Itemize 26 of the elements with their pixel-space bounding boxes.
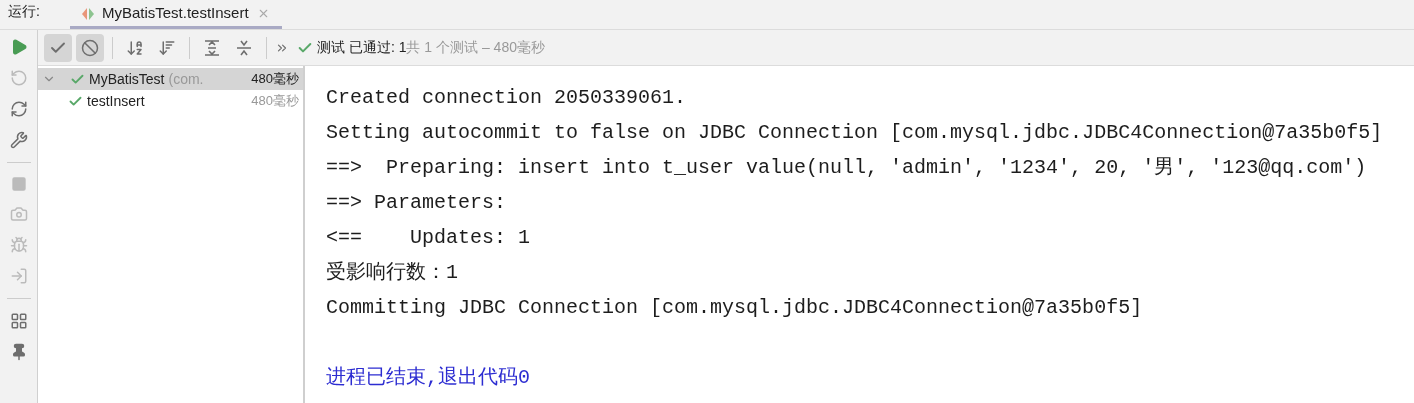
- console-line: Setting autocommit to false on JDBC Connection [com.mysql.jdbc.JDBC4Connection@7a35b0f5]: [326, 120, 1383, 146]
- expand-all-icon[interactable]: [203, 38, 221, 57]
- test-tree-row[interactable]: MyBatisTest (com. 480毫秒: [38, 68, 303, 90]
- filter-toggle[interactable]: [44, 33, 72, 62]
- test-duration: 480毫秒: [251, 92, 299, 111]
- test-name: MyBatisTest: [89, 69, 165, 89]
- console-line: Created connection 2050339061.: [326, 85, 687, 111]
- collapse-all-icon[interactable]: [235, 38, 253, 57]
- filter-toggle[interactable]: [76, 33, 104, 62]
- ignored-icon: [81, 38, 99, 57]
- panel-label: 运行:: [7, 2, 41, 21]
- test-duration: 480毫秒: [251, 70, 299, 89]
- console-line: ==> Preparing: insert into t_user value(null, 'admin', '1234', 20, '男', '123@qq.com'): [326, 155, 1367, 181]
- exit-message: 进程已结束,退出代码0: [326, 365, 530, 391]
- console-line: 受影响行数：1: [326, 260, 458, 286]
- toggle-auto-test-icon[interactable]: [9, 100, 28, 118]
- test-package: (com.: [168, 69, 205, 89]
- layout-icon[interactable]: [9, 312, 28, 330]
- test-name: testInsert: [87, 91, 145, 111]
- settings-icon[interactable]: [9, 131, 28, 149]
- console-line: Committing JDBC Connection [com.mysql.jdbc.JDBC4Connection@7a35b0f5]: [326, 295, 1143, 321]
- console-line: ==> Parameters:: [326, 190, 508, 216]
- test-status: 测试 已通过: 1共 1 个测试 – 480毫秒: [317, 38, 545, 57]
- console-line: <== Updates: 1: [326, 225, 531, 251]
- run-config-icon: [81, 6, 94, 21]
- test-tree-row[interactable]: testInsert 480毫秒: [38, 90, 303, 112]
